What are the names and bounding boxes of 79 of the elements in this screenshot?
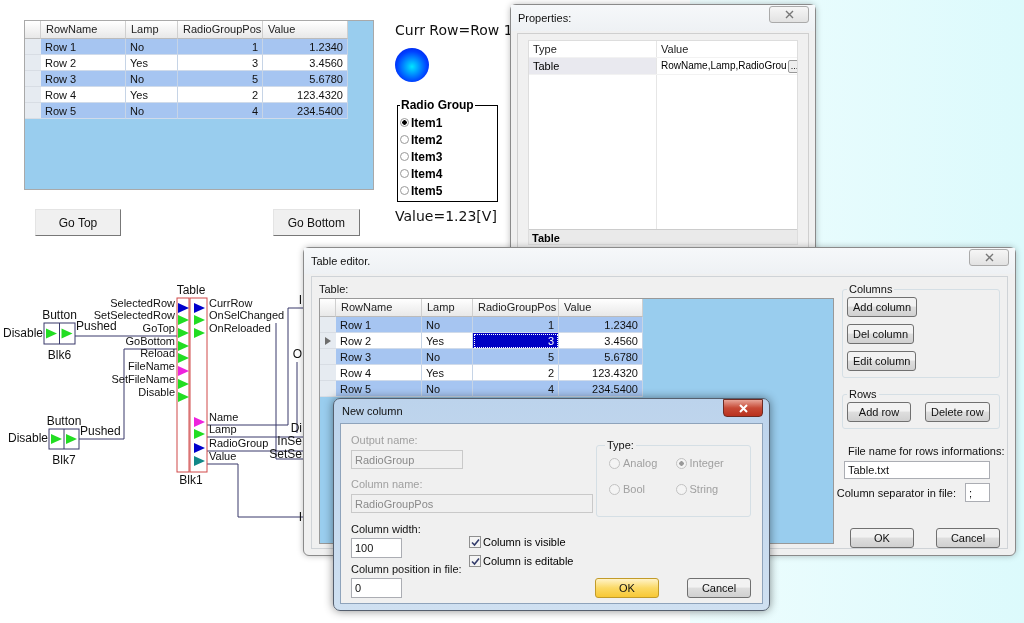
field-label: Column name: xyxy=(351,478,423,490)
radio-label: Item1 xyxy=(411,115,443,130)
port-label: Pushed xyxy=(76,318,117,333)
table-cell: No xyxy=(126,103,178,119)
table-cell: 123.4320 xyxy=(263,87,348,103)
table-cell: 1.2340 xyxy=(263,39,348,55)
radio-label: String xyxy=(689,483,719,495)
port-label: Disable xyxy=(7,431,48,445)
radio-label: Analog xyxy=(623,457,658,469)
table-cell: 1 xyxy=(178,39,263,55)
port-label: O xyxy=(292,347,302,361)
block-name-label: Blk6 xyxy=(47,348,72,362)
table-cell: No xyxy=(126,39,178,55)
block-name-label: Blk1 xyxy=(179,473,203,487)
column-header: Value xyxy=(660,42,690,57)
table-cell: 234.5400 xyxy=(263,103,348,119)
port-label: SelectedRow xyxy=(110,297,175,309)
field-label: Column width: xyxy=(351,523,422,535)
window-title: Properties: xyxy=(518,12,572,24)
table-cell: 5 xyxy=(178,71,263,87)
table-cell: Row 1 xyxy=(41,39,126,55)
port-label: OnReloaded xyxy=(209,322,271,334)
port-label: RadioGroup xyxy=(209,437,269,449)
table-cell: 3 xyxy=(178,55,263,71)
port-label: I xyxy=(298,293,302,307)
port-label: Lamp xyxy=(209,423,237,435)
port-label: Disable xyxy=(2,325,43,340)
table-cell: 5.6780 xyxy=(263,71,348,87)
table-cell: Row 5 xyxy=(41,103,126,119)
port-label: InSe xyxy=(277,434,302,448)
radio-label: Item2 xyxy=(411,132,443,147)
block-type-label: Button xyxy=(42,308,77,322)
separator-label: Column separator in file: xyxy=(836,486,956,499)
port-label: SetSelectedRow xyxy=(93,309,175,321)
window-title: New column xyxy=(342,405,403,417)
group-title: Rows xyxy=(848,388,878,400)
port-label: GoBottom xyxy=(125,335,175,347)
radio-label: Item5 xyxy=(411,183,443,198)
checkbox-label: Column is visible xyxy=(483,536,566,548)
table-cell: Yes xyxy=(126,55,178,71)
table-label: Table: xyxy=(319,283,350,295)
port-label: SetSe xyxy=(269,447,302,461)
column-header: Type xyxy=(529,41,657,57)
port-label: CurrRow xyxy=(209,297,253,309)
port-label: OnSelChanged xyxy=(209,309,285,321)
property-description: Table xyxy=(529,229,797,244)
table-cell: Yes xyxy=(126,87,178,103)
port-label: Name xyxy=(209,411,239,423)
table-cell: Row 2 xyxy=(41,55,126,71)
property-value: RowName,Lamp,RadioGrou xyxy=(661,59,787,73)
radio-label: Item3 xyxy=(411,149,443,164)
field-label: Column position in file: xyxy=(351,563,463,575)
block-name-label: Blk7 xyxy=(52,453,76,467)
port-label: FileName xyxy=(127,360,175,372)
table-cell: 3.4560 xyxy=(263,55,348,71)
port-label: Reload xyxy=(140,347,175,359)
table-cell: No xyxy=(126,71,178,87)
port-label: SetFileName xyxy=(111,373,175,385)
radio-label: Item4 xyxy=(411,166,443,181)
table-cell: 4 xyxy=(178,103,263,119)
group-title: Columns xyxy=(848,283,894,295)
port-label: Di xyxy=(290,421,302,435)
value-label: Value=1.23[V] xyxy=(395,208,497,224)
radio-label: Bool xyxy=(623,483,646,495)
table-cell: Row 4 xyxy=(41,87,126,103)
port-label: Disable xyxy=(138,386,175,398)
port-label: Pushed xyxy=(80,424,121,438)
table-cell: 2 xyxy=(178,87,263,103)
window-title: Table editor. xyxy=(311,255,371,267)
port-label: Value xyxy=(209,450,237,462)
block-type-label: Table xyxy=(176,283,206,297)
group-title: Type: xyxy=(606,439,635,451)
port-label: I xyxy=(298,510,302,524)
block-type-label: Button xyxy=(46,414,82,428)
table-cell: Row 3 xyxy=(41,71,126,87)
field-label: Output name: xyxy=(351,434,418,446)
group-title: Radio Group xyxy=(400,98,475,112)
radio-label: Integer xyxy=(689,457,724,469)
port-label: GoTop xyxy=(142,322,175,334)
